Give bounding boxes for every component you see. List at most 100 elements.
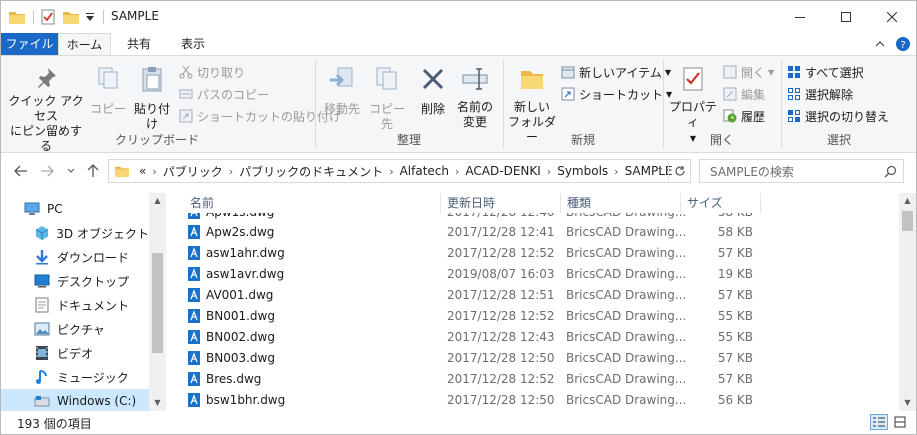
maximize-button[interactable] xyxy=(823,1,869,32)
shortcut-icon xyxy=(561,87,575,101)
delete-button[interactable]: 削除 xyxy=(415,66,451,117)
open-button[interactable]: 開く ▼ xyxy=(723,62,774,82)
file-date: 2017/12/28 12:50 xyxy=(447,393,555,407)
minimize-button[interactable] xyxy=(777,1,823,32)
close-button[interactable] xyxy=(869,1,915,32)
customize-dropdown-icon[interactable] xyxy=(85,8,97,26)
file-row[interactable]: Apw2s.dwg 2017/12/28 12:41 BricsCAD Draw… xyxy=(166,222,899,243)
column-size[interactable]: サイズ xyxy=(681,193,761,213)
properties-quick-icon[interactable] xyxy=(41,8,59,26)
tab-share[interactable]: 共有 xyxy=(117,33,161,55)
3d-objects-icon xyxy=(33,224,50,242)
scrollbar-thumb[interactable] xyxy=(902,211,913,231)
column-name[interactable]: 名前 xyxy=(184,193,441,213)
dwg-file-icon xyxy=(188,213,200,219)
nav-scrollbar[interactable]: ▲ ▼ xyxy=(149,193,166,411)
copy-button[interactable]: コピー xyxy=(89,66,127,117)
file-name: bsw1bhr.dwg xyxy=(206,393,286,407)
nav-item-label: PC xyxy=(47,202,63,216)
help-icon[interactable]: ? xyxy=(894,36,912,52)
scrollbar-thumb[interactable] xyxy=(152,253,163,353)
file-type: BricsCAD Drawing... xyxy=(566,309,687,323)
file-name: Apw2s.dwg xyxy=(206,225,275,239)
new-folder-quick-icon[interactable] xyxy=(63,8,81,26)
history-label: 履歴 xyxy=(741,109,766,124)
nav-item-desktop[interactable]: デスクトップ xyxy=(1,269,149,293)
shortcut-button[interactable]: ショートカット ▼ xyxy=(561,84,672,104)
nav-item-label: ピクチャ xyxy=(57,322,105,337)
scroll-up-icon[interactable]: ▲ xyxy=(152,195,163,207)
nav-item-videos[interactable]: ビデオ xyxy=(1,341,149,365)
details-view-button[interactable] xyxy=(870,414,888,430)
divider xyxy=(315,60,316,148)
nav-item-3d-objects[interactable]: 3D オブジェクト xyxy=(1,221,149,245)
file-name: asw1ahr.dwg xyxy=(206,246,285,260)
file-name: AV001.dwg xyxy=(206,288,274,302)
recent-locations-button[interactable] xyxy=(63,163,79,179)
nav-item-windows-c[interactable]: Windows (C:) xyxy=(1,389,149,413)
file-list-scrollbar[interactable]: ▲ ▼ xyxy=(899,193,916,411)
select-all-button[interactable]: すべて選択 xyxy=(787,62,864,82)
nav-item-label: デスクトップ xyxy=(57,274,130,289)
nav-item-downloads[interactable]: ダウンロード xyxy=(1,245,149,269)
new-item-button[interactable]: 新しいアイテム ▼ xyxy=(561,62,671,82)
file-row[interactable]: asw1ahr.dwg 2017/12/28 12:52 BricsCAD Dr… xyxy=(166,243,899,264)
collapse-ribbon-icon[interactable] xyxy=(871,36,889,52)
tab-file[interactable]: ファイル xyxy=(1,33,58,55)
breadcrumb-overflow[interactable]: « xyxy=(133,164,152,178)
open-group-label: 開く xyxy=(709,133,734,147)
forward-button[interactable] xyxy=(39,163,55,179)
scroll-down-icon[interactable]: ▼ xyxy=(902,397,913,409)
file-row[interactable]: BN001.dwg 2017/12/28 12:52 BricsCAD Draw… xyxy=(166,306,899,327)
breadcrumb-item[interactable]: Alfatech xyxy=(394,164,455,178)
tab-view[interactable]: 表示 xyxy=(169,33,217,55)
column-type[interactable]: 種類 xyxy=(561,193,681,213)
dwg-file-icon xyxy=(188,351,200,365)
breadcrumb-item[interactable]: パブリックのドキュメント xyxy=(233,163,389,180)
file-row[interactable]: Bres.dwg 2017/12/28 12:52 BricsCAD Drawi… xyxy=(166,369,899,390)
file-row[interactable]: BN003.dwg 2017/12/28 12:50 BricsCAD Draw… xyxy=(166,348,899,369)
column-modified[interactable]: 更新日時 xyxy=(441,193,561,213)
breadcrumb-item[interactable]: パブリック xyxy=(157,163,229,180)
file-date: 2017/12/28 12:41 xyxy=(447,225,555,239)
search-input[interactable]: SAMPLEの検索 xyxy=(699,159,904,183)
nav-item-music[interactable]: ミュージック xyxy=(1,365,149,389)
refresh-icon[interactable] xyxy=(668,160,690,182)
paste-button[interactable]: 貼り付け xyxy=(129,66,175,132)
nav-item-documents[interactable]: ドキュメント xyxy=(1,293,149,317)
new-folder-label-1: 新しい xyxy=(513,100,550,114)
tab-home[interactable]: ホーム xyxy=(58,33,111,55)
edit-button[interactable]: 編集 xyxy=(723,84,765,104)
large-icons-view-button[interactable] xyxy=(891,414,909,430)
back-button[interactable] xyxy=(13,163,29,179)
file-row[interactable]: BN002.dwg 2017/12/28 12:43 BricsCAD Draw… xyxy=(166,327,899,348)
open-icon xyxy=(723,65,737,79)
invert-selection-icon xyxy=(788,110,800,122)
scissors-icon xyxy=(179,65,193,79)
scroll-down-icon[interactable]: ▼ xyxy=(152,397,163,409)
invert-selection-button[interactable]: 選択の切り替え xyxy=(787,106,889,126)
file-name: BN001.dwg xyxy=(206,309,275,323)
divider xyxy=(33,10,34,24)
file-size: 19 KB xyxy=(717,267,753,281)
cut-button[interactable]: 切り取り xyxy=(179,62,245,82)
copy-path-button[interactable]: パスのコピー xyxy=(179,84,269,104)
breadcrumb-item[interactable]: ACAD-DENKI xyxy=(459,164,546,178)
file-date: 2019/08/07 16:03 xyxy=(447,267,555,281)
rename-button[interactable]: 名前の 変更 xyxy=(453,66,497,130)
nav-item-pictures[interactable]: ピクチャ xyxy=(1,317,149,341)
copy-to-button[interactable]: コピー先 xyxy=(365,66,409,132)
breadcrumb-item[interactable]: Symbols xyxy=(551,164,614,178)
address-dropdown-icon[interactable]: ⌄ xyxy=(656,163,664,173)
status-bar: 193 個の項目 xyxy=(1,411,916,434)
select-none-button[interactable]: 選択解除 xyxy=(787,84,853,104)
move-to-button[interactable]: 移動先 xyxy=(321,66,363,117)
nav-item-pc[interactable]: PC xyxy=(1,197,149,221)
history-button[interactable]: 履歴 xyxy=(723,106,765,126)
up-button[interactable] xyxy=(85,163,101,179)
scroll-up-icon[interactable]: ▲ xyxy=(902,195,913,207)
file-row[interactable]: AV001.dwg 2017/12/28 12:51 BricsCAD Draw… xyxy=(166,285,899,306)
file-row[interactable]: bsw1bhr.dwg 2017/12/28 12:50 BricsCAD Dr… xyxy=(166,390,899,411)
address-bar[interactable]: « › パブリック › パブリックのドキュメント › Alfatech › AC… xyxy=(108,159,691,183)
file-row[interactable]: asw1avr.dwg 2019/08/07 16:03 BricsCAD Dr… xyxy=(166,264,899,285)
